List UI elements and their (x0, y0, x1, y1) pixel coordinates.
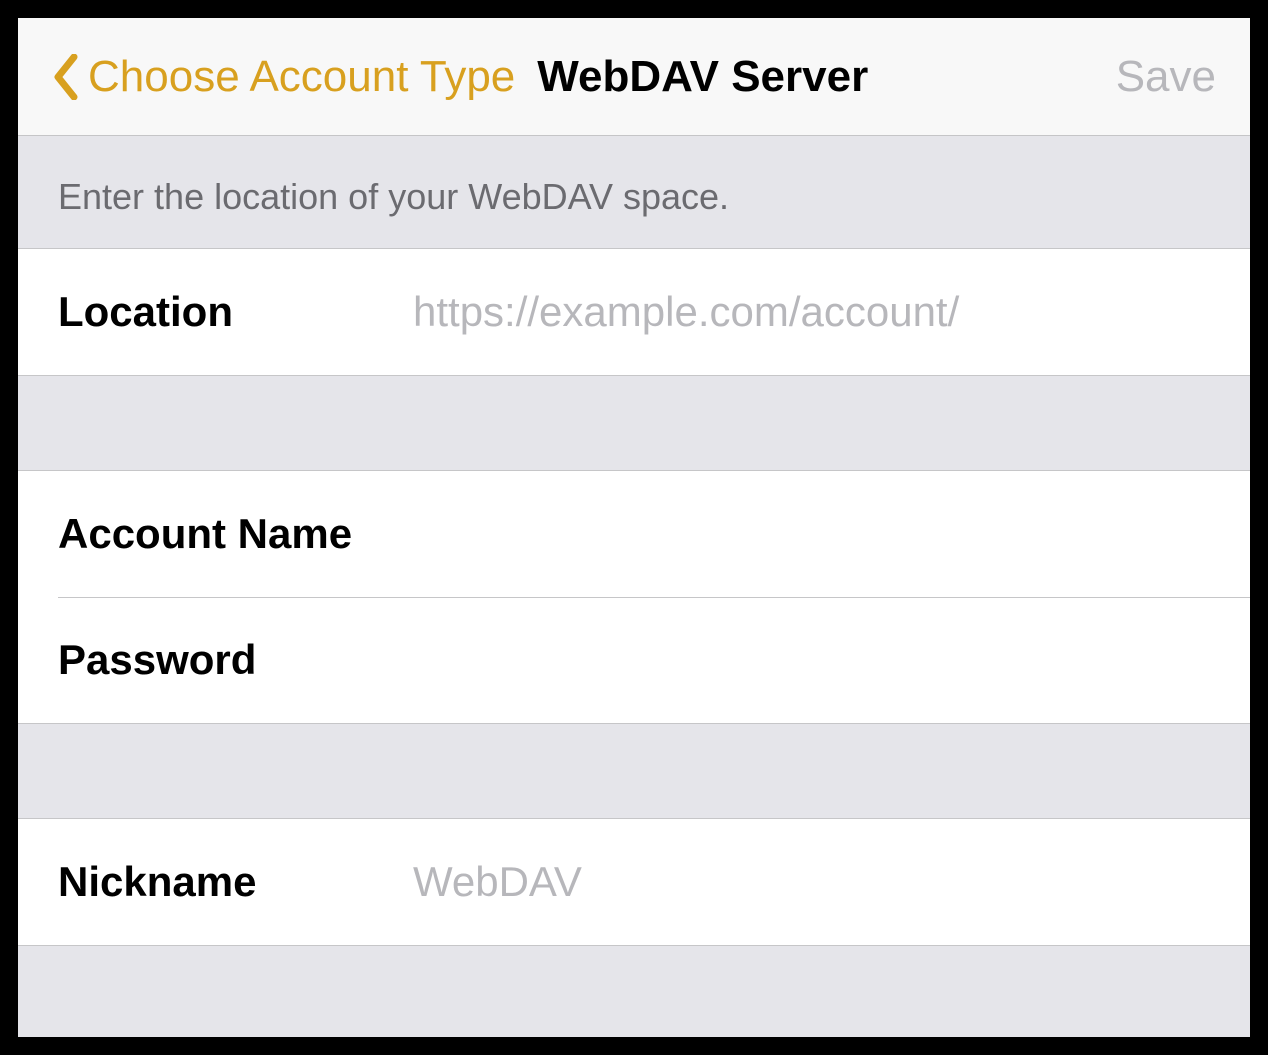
settings-screen: Choose Account Type WebDAV Server Save E… (18, 18, 1250, 1037)
password-row: Password (18, 597, 1250, 723)
password-input[interactable] (413, 636, 1210, 684)
back-button[interactable]: Choose Account Type (52, 52, 515, 102)
nickname-row: Nickname (18, 819, 1250, 945)
password-label: Password (58, 636, 413, 684)
page-title: WebDAV Server (537, 52, 868, 102)
save-button[interactable]: Save (1116, 52, 1216, 102)
back-label: Choose Account Type (88, 52, 515, 102)
chevron-left-icon (52, 54, 78, 100)
group-spacer (18, 376, 1250, 470)
account-name-row: Account Name (18, 471, 1250, 597)
nickname-group: Nickname (18, 818, 1250, 946)
location-input[interactable] (413, 288, 1210, 336)
location-label: Location (58, 288, 413, 336)
nav-bar: Choose Account Type WebDAV Server Save (18, 18, 1250, 136)
account-name-label: Account Name (58, 510, 413, 558)
group-spacer (18, 724, 1250, 818)
account-name-input[interactable] (413, 510, 1210, 558)
bottom-padding (18, 946, 1250, 996)
nickname-label: Nickname (58, 858, 413, 906)
credentials-group: Account Name Password (18, 470, 1250, 724)
nickname-input[interactable] (413, 858, 1210, 906)
section-header: Enter the location of your WebDAV space. (18, 136, 1250, 248)
location-row: Location (18, 249, 1250, 375)
location-group: Location (18, 248, 1250, 376)
